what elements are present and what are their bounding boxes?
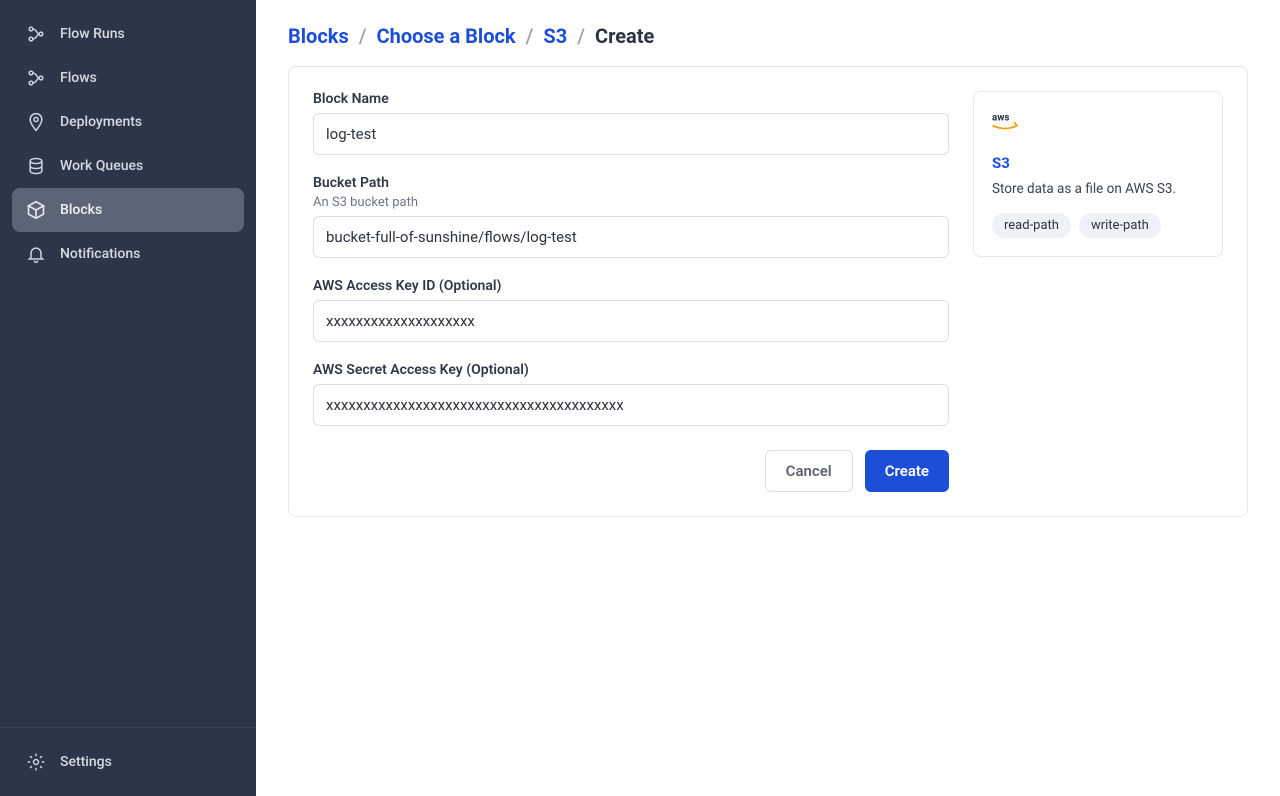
sidebar-item-label: Notifications — [60, 246, 140, 262]
sidebar-item-work-queues[interactable]: Work Queues — [12, 144, 244, 188]
tag-write-path: write-path — [1079, 213, 1161, 238]
bucket-path-label: Bucket Path — [313, 175, 949, 191]
access-key-input[interactable] — [313, 300, 949, 342]
create-button[interactable]: Create — [865, 450, 949, 492]
aws-logo-icon: aws — [992, 110, 1204, 138]
breadcrumb-choose[interactable]: Choose a Block — [377, 24, 516, 48]
sidebar-item-label: Flows — [60, 70, 97, 86]
info-title: S3 — [992, 154, 1204, 172]
breadcrumb-blocks[interactable]: Blocks — [288, 24, 349, 48]
sidebar-item-label: Settings — [60, 754, 112, 770]
info-panel: aws S3 Store data as a file on AWS S3. r… — [973, 91, 1223, 257]
tag-read-path: read-path — [992, 213, 1071, 238]
deployments-icon — [26, 112, 46, 132]
sidebar-item-label: Work Queues — [60, 158, 143, 174]
sidebar-item-label: Blocks — [60, 202, 102, 218]
form-card: Block Name Bucket Path An S3 bucket path… — [288, 66, 1248, 517]
sidebar-item-deployments[interactable]: Deployments — [12, 100, 244, 144]
sidebar-item-label: Flow Runs — [60, 26, 125, 42]
access-key-label: AWS Access Key ID (Optional) — [313, 278, 949, 294]
secret-key-input[interactable] — [313, 384, 949, 426]
breadcrumb-current: Create — [595, 24, 654, 48]
sidebar-item-flow-runs[interactable]: Flow Runs — [12, 12, 244, 56]
sidebar: Flow Runs Flows Deployments Work Queues … — [0, 0, 256, 796]
sidebar-item-blocks[interactable]: Blocks — [12, 188, 244, 232]
svg-text:aws: aws — [992, 112, 1009, 123]
breadcrumb-separator: / — [526, 24, 534, 48]
sidebar-item-notifications[interactable]: Notifications — [12, 232, 244, 276]
gear-icon — [26, 752, 46, 772]
breadcrumb-separator: / — [359, 24, 367, 48]
work-queues-icon — [26, 156, 46, 176]
block-form: Block Name Bucket Path An S3 bucket path… — [313, 91, 949, 492]
breadcrumb: Blocks / Choose a Block / S3 / Create — [288, 24, 1248, 48]
info-description: Store data as a file on AWS S3. — [992, 180, 1204, 199]
block-name-label: Block Name — [313, 91, 949, 107]
sidebar-item-settings[interactable]: Settings — [12, 740, 244, 784]
sidebar-item-label: Deployments — [60, 114, 142, 130]
sidebar-item-flows[interactable]: Flows — [12, 56, 244, 100]
info-tags: read-path write-path — [992, 213, 1204, 238]
block-name-input[interactable] — [313, 113, 949, 155]
flow-runs-icon — [26, 24, 46, 44]
breadcrumb-s3[interactable]: S3 — [543, 24, 567, 48]
cancel-button[interactable]: Cancel — [765, 450, 853, 492]
main-content: Blocks / Choose a Block / S3 / Create Bl… — [256, 0, 1280, 796]
secret-key-label: AWS Secret Access Key (Optional) — [313, 362, 949, 378]
breadcrumb-separator: / — [577, 24, 585, 48]
flows-icon — [26, 68, 46, 88]
bucket-path-input[interactable] — [313, 216, 949, 258]
notifications-icon — [26, 244, 46, 264]
bucket-path-help: An S3 bucket path — [313, 195, 949, 210]
blocks-icon — [26, 200, 46, 220]
